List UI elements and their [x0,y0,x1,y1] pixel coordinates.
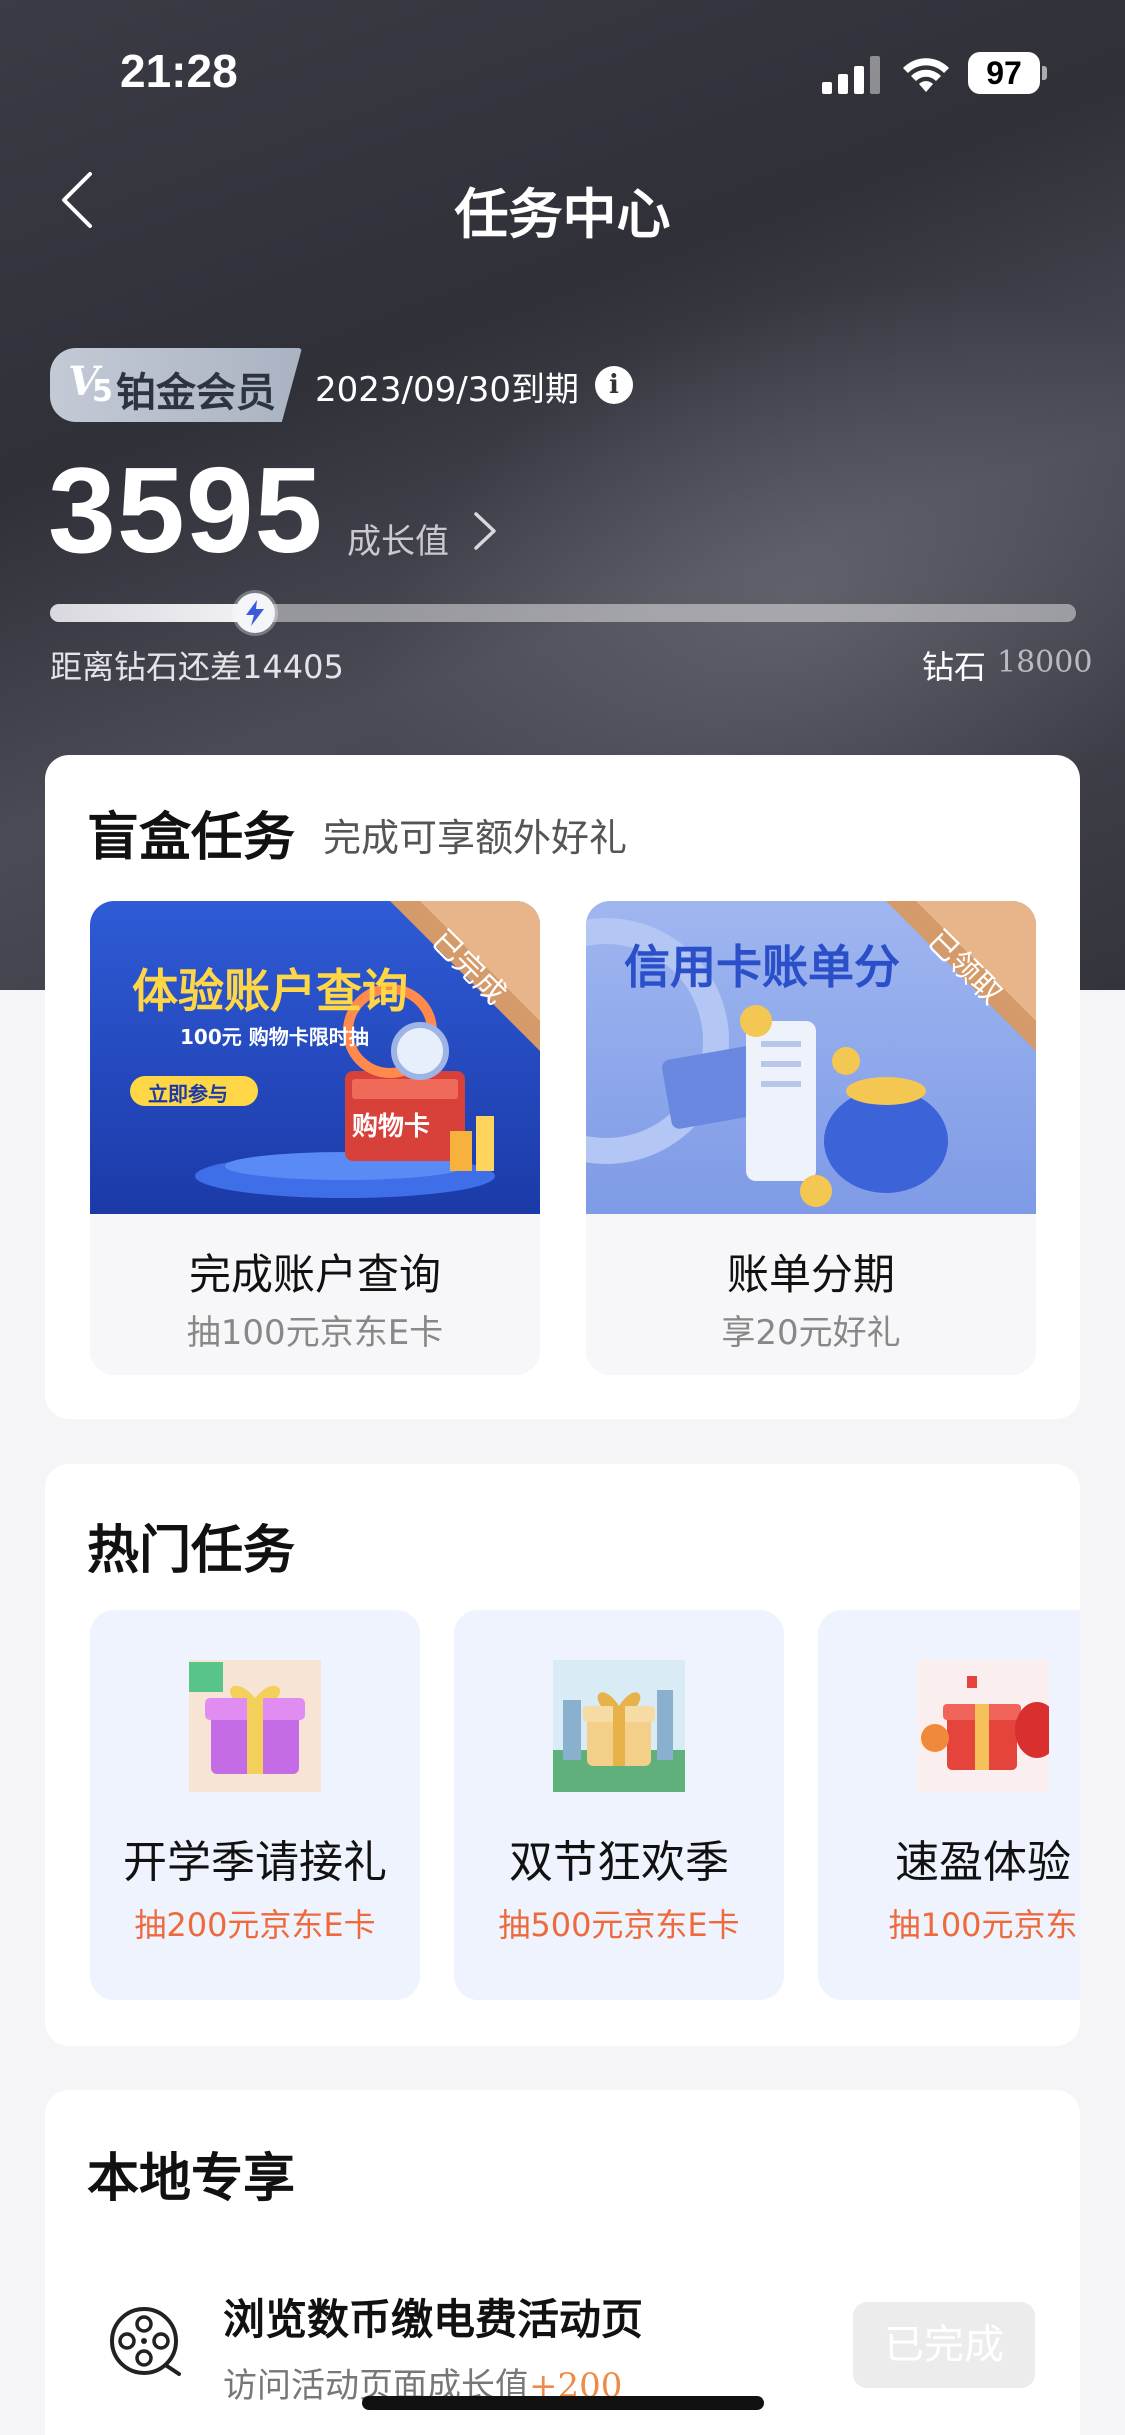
wifi-icon [903,58,949,92]
task-reward: 享20元好礼 [721,1313,901,1353]
gift-box-icon [189,1660,321,1792]
film-reel-icon [110,2307,181,2376]
hot-task-card[interactable]: 速盈体验 抽100元京东 [818,1610,1080,2000]
status-bar: 21:28 97 [0,0,1125,140]
section-subtitle: 完成可享额外好礼 [323,816,628,860]
lightning-icon [235,593,275,633]
banner-button: 立即参与 [148,1082,228,1106]
red-envelope-gift-icon [917,1660,1049,1792]
section-title: 盲盒任务 [87,808,296,868]
hot-task-reward: 抽100元京东 [888,1906,1078,1944]
chevron-right-icon[interactable] [466,506,506,556]
battery-icon: 97 [968,52,1048,94]
hot-task-reward: 抽500元京东E卡 [498,1906,740,1944]
banner-title: 信用卡账单分 [624,940,900,994]
local-task-title: 浏览数币缴电费活动页 [223,2295,644,2344]
battery-level: 97 [968,52,1040,94]
remaining-to-next-level: 距离钻石还差14405 [50,648,344,686]
battery-cap [1042,66,1047,80]
task-title: 完成账户查询 [188,1250,441,1299]
banner-card-label: 购物卡 [352,1112,431,1142]
hot-task-card[interactable]: 双节狂欢季 抽500元京东E卡 [454,1610,784,2000]
gift-box-icon [553,1660,685,1792]
member-level-name: 铂金会员 [116,370,276,416]
blind-task-card[interactable]: 信用卡账单分 已领取 账单分期 享20元好礼 [586,901,1036,1375]
section-title: 本地专享 [87,2149,296,2209]
home-indicator [362,2396,764,2410]
hot-task-reward: 抽200元京东E卡 [134,1906,376,1944]
task-title: 账单分期 [726,1250,895,1299]
task-banner-image: 体验账户查询 100元 购物卡限时抽 立即参与 购物卡 已完成 [90,901,540,1214]
next-level-label: 钻石 [922,648,987,686]
member-expiry-date: 2023/09/30到期 [315,370,579,410]
task-banner-image: 信用卡账单分 已领取 [586,901,1036,1214]
banner-title: 体验账户查询 [132,964,408,1018]
section-title: 热门任务 [87,1521,296,1581]
hot-task-title: 双节狂欢季 [509,1837,729,1888]
page-title: 任务中心 [454,183,671,246]
info-icon[interactable]: i [595,366,633,404]
status-time: 21:28 [120,45,238,97]
hot-tasks-carousel[interactable]: 开学季请接礼 抽200元京东E卡 双节狂欢季 抽500元京东E卡 速盈体验 抽1… [90,1610,1080,2000]
blind-box-section: 盲盒任务 完成可享额外好礼 体验账户查询 100元 购物卡限时抽 立即参与 购物… [45,755,1080,1419]
completed-button[interactable]: 已完成 [853,2302,1035,2388]
growth-label[interactable]: 成长值 [347,514,449,563]
growth-progress-bar [50,593,1076,633]
banner-line: 100元 购物卡限时抽 [180,1025,369,1049]
growth-value: 3595 [48,442,324,578]
hot-task-title: 开学季请接礼 [123,1837,387,1888]
nav-bar: 任务中心 [0,150,1125,250]
blind-task-card[interactable]: 体验账户查询 100元 购物卡限时抽 立即参与 购物卡 已完成 完成账户查询 抽… [90,901,540,1375]
local-exclusive-section: 本地专享 浏览数币缴电费活动页 访问活动页面成长值+200 已完成 [45,2090,1080,2435]
hot-tasks-section: 热门任务 开学季请接礼 抽200元京东E卡 双节狂欢季 抽500元京东E卡 速盈… [45,1464,1080,2046]
next-level-threshold: 18000 [997,645,1093,680]
growth-progress-fill [50,604,255,622]
signal-icon [822,56,880,94]
hot-task-card[interactable]: 开学季请接礼 抽200元京东E卡 [90,1610,420,2000]
task-reward: 抽100元京东E卡 [186,1313,444,1353]
member-level-number: 5 [92,374,113,409]
hot-task-title: 速盈体验 [895,1837,1071,1888]
member-level-badge[interactable]: V 5 铂金会员 [50,348,302,422]
